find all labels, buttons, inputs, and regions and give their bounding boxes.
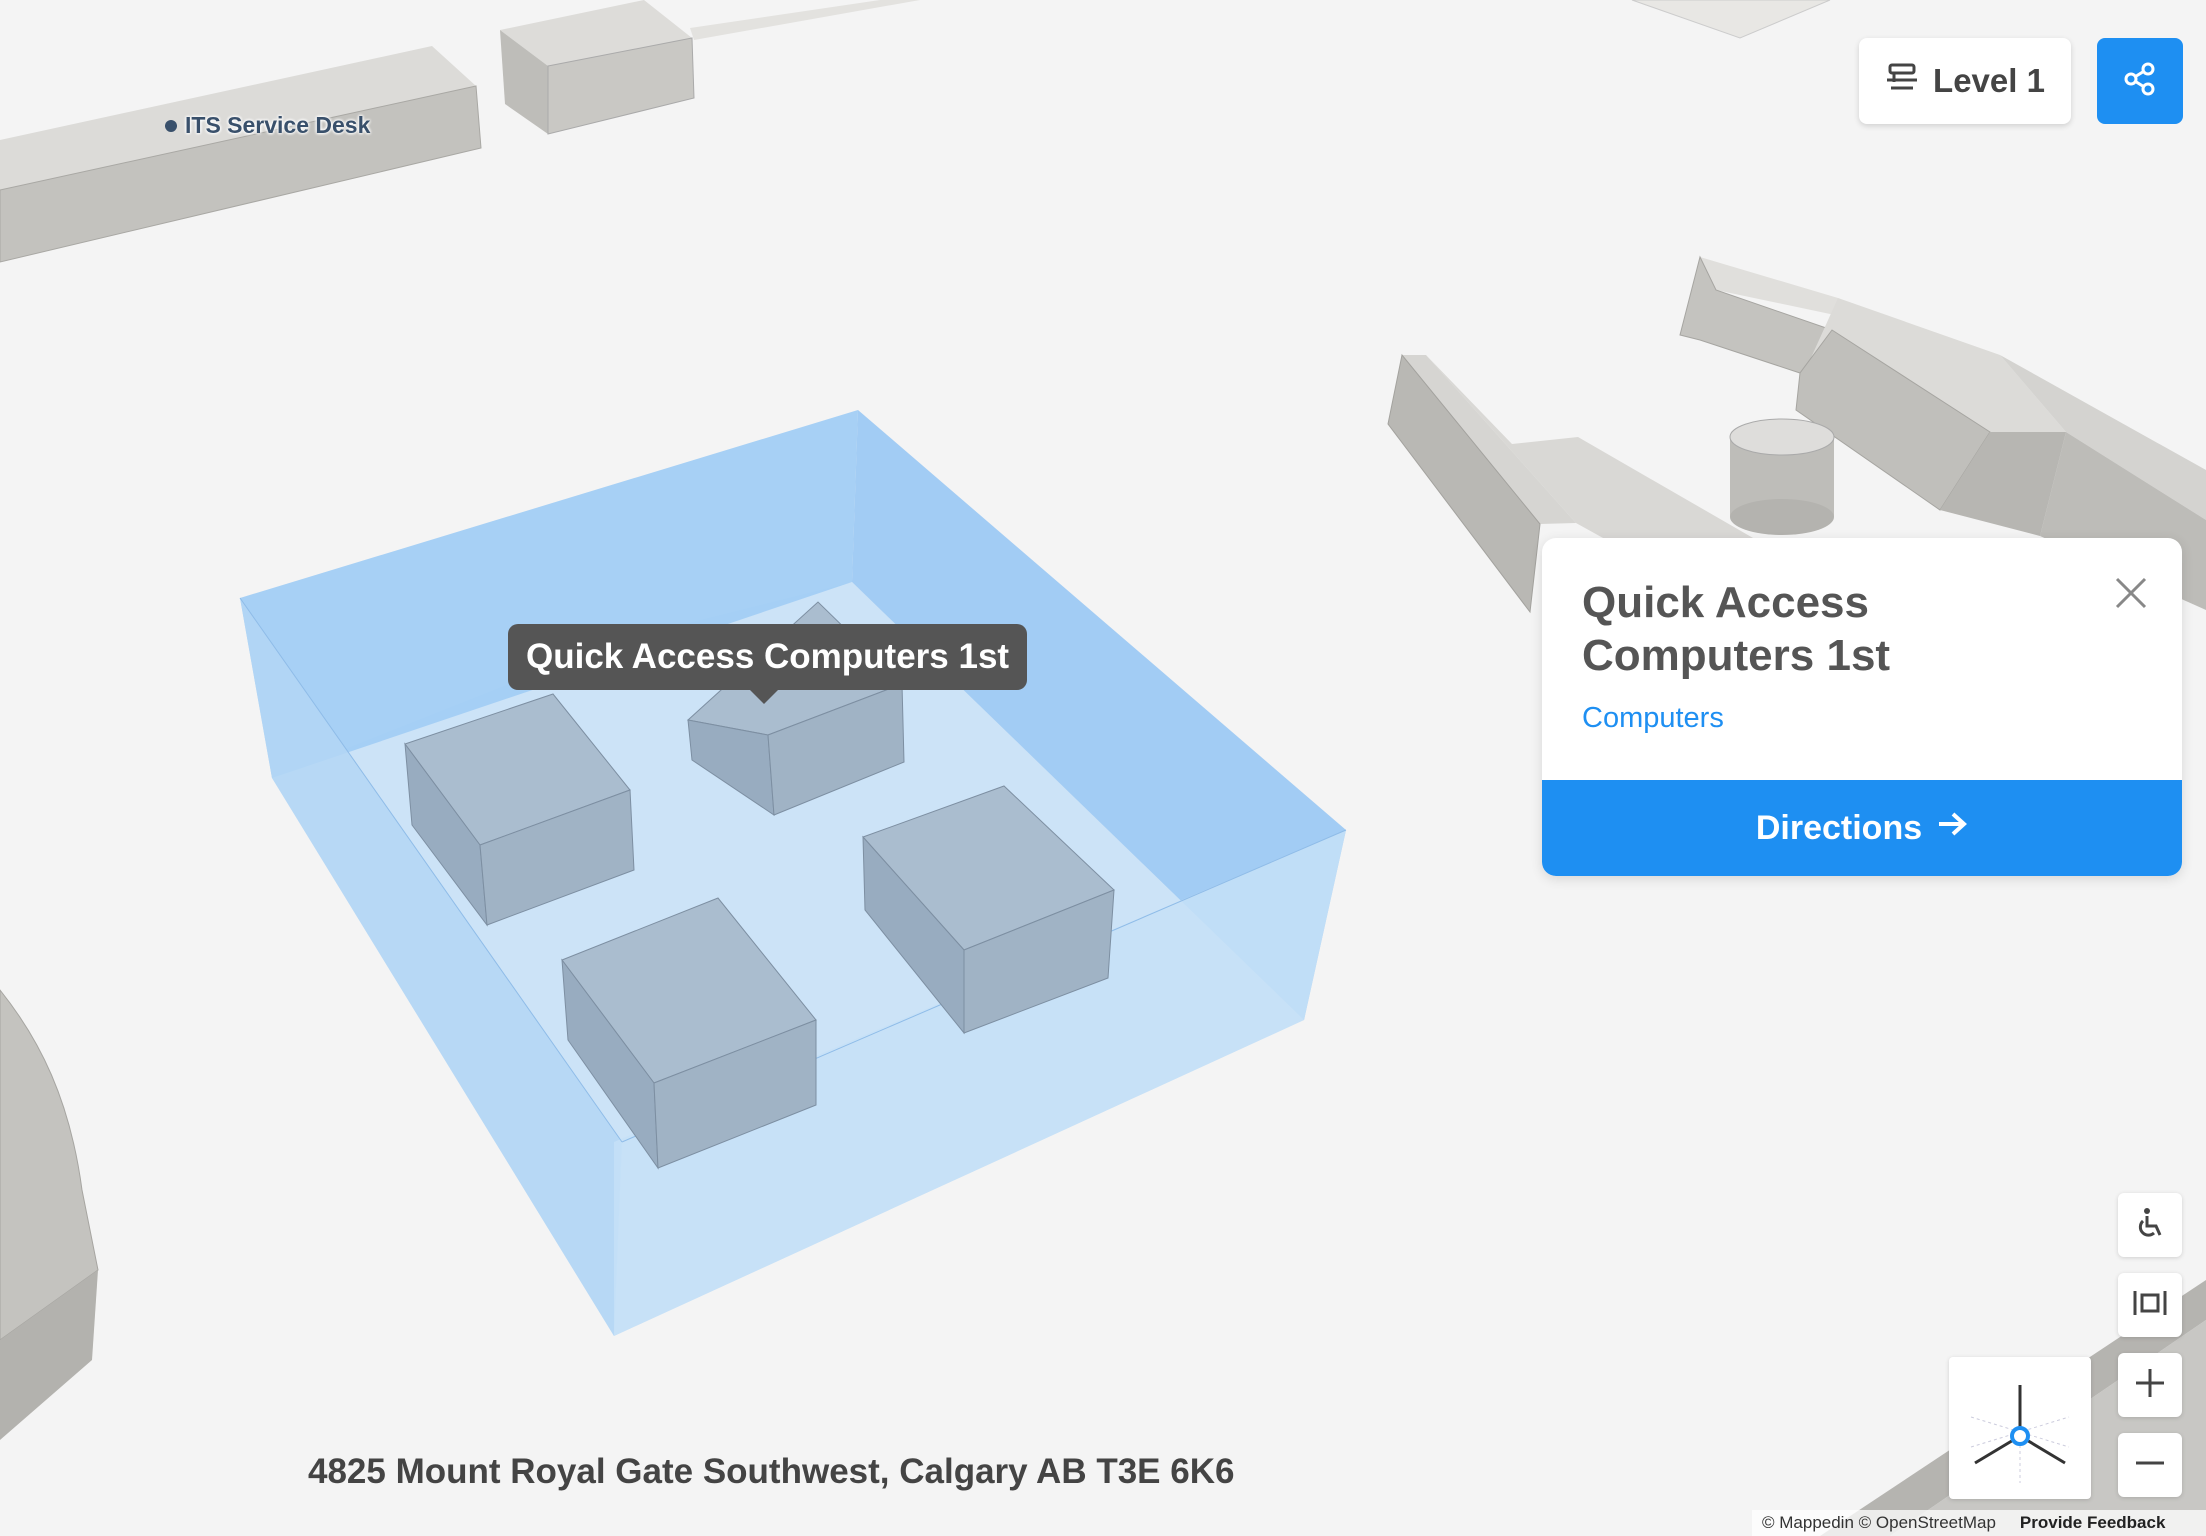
arrow-right-icon: [1936, 808, 1968, 849]
close-button[interactable]: [2108, 572, 2154, 618]
provide-feedback-link[interactable]: Provide Feedback: [2020, 1513, 2166, 1533]
location-dot-icon: [165, 119, 177, 132]
map-label-its-service-desk[interactable]: ITS Service Desk: [165, 112, 370, 139]
map-label-text: ITS Service Desk: [185, 112, 371, 138]
zoom-in-button[interactable]: [2118, 1353, 2182, 1417]
location-tooltip: Quick Access Computers 1st: [508, 624, 1028, 704]
location-category-link[interactable]: Computers: [1582, 702, 1724, 735]
plus-icon: [2134, 1367, 2166, 1404]
location-card: Quick Access Computers 1st Computers Dir…: [1542, 538, 2182, 876]
attribution-bar: © Mappedin © OpenStreetMap Provide Feedb…: [1752, 1510, 2206, 1536]
venue-address: 4825 Mount Royal Gate Southwest, Calgary…: [308, 1452, 1235, 1491]
zoom-out-button[interactable]: [2118, 1433, 2182, 1497]
close-icon: [2114, 576, 2148, 615]
minus-icon: [2134, 1447, 2166, 1484]
location-title: Quick Access Computers 1st: [1582, 578, 1891, 680]
accessibility-button[interactable]: [2118, 1193, 2182, 1257]
fit-view-icon: [2132, 1288, 2168, 1323]
share-icon: [2122, 61, 2158, 102]
wheelchair-icon: [2133, 1206, 2167, 1245]
directions-label: Directions: [1755, 808, 1923, 847]
level-label: Level 1: [1933, 62, 2045, 99]
floors-icon: [1885, 60, 1919, 102]
level-selector-button[interactable]: Level 1: [1859, 38, 2071, 124]
compass-button[interactable]: [1949, 1357, 2091, 1499]
directions-button[interactable]: Directions: [1542, 780, 2182, 876]
share-button[interactable]: [2097, 38, 2183, 124]
fit-view-button[interactable]: [2118, 1273, 2182, 1337]
attribution-text: © Mappedin © OpenStreetMap: [1762, 1513, 1996, 1532]
compass-icon: [1949, 1385, 2091, 1503]
